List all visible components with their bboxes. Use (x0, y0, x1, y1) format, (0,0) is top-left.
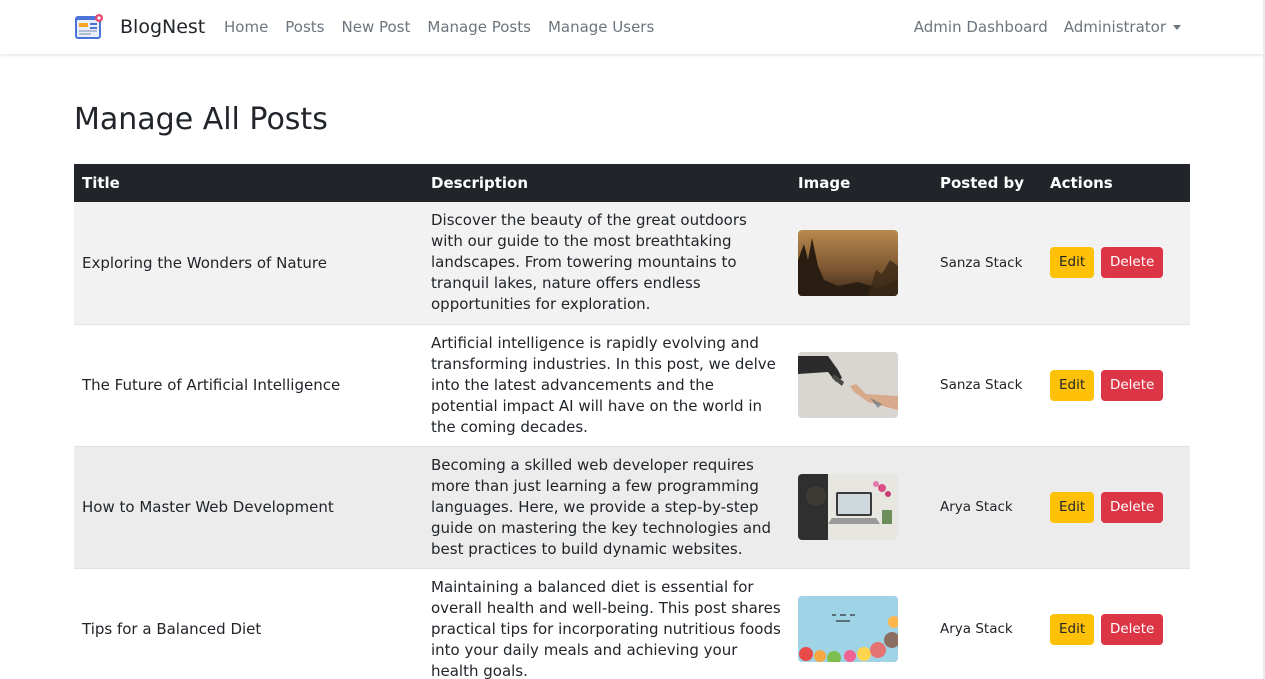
posts-table-container: Title Description Image Posted by Action… (74, 164, 1190, 679)
top-navbar: BlogNest Home Posts New Post Manage Post… (0, 0, 1265, 54)
delete-button[interactable]: Delete (1100, 247, 1164, 279)
user-menu-label: Administrator (1063, 18, 1166, 36)
post-description: Becoming a skilled web developer require… (423, 446, 790, 569)
header-posted-by: Posted by (932, 164, 1042, 202)
delete-button[interactable]: Delete (1100, 613, 1164, 645)
nav-home[interactable]: Home (224, 18, 268, 36)
posted-by: Sanza Stack (932, 324, 1042, 447)
post-title: Exploring the Wonders of Nature (74, 202, 423, 325)
actions-cell: Edit Delete (1042, 446, 1190, 569)
healthy-food-thumbnail (798, 596, 898, 662)
brand-name: BlogNest (120, 16, 206, 38)
posts-table: Title Description Image Posted by Action… (74, 164, 1190, 679)
actions-cell: Edit Delete (1042, 202, 1190, 325)
post-description: Maintaining a balanced diet is essential… (423, 568, 790, 679)
delete-button[interactable]: Delete (1100, 369, 1164, 401)
user-menu-dropdown[interactable]: Administrator (1064, 18, 1181, 36)
nature-landscape-thumbnail (798, 229, 898, 296)
edit-button[interactable]: Edit (1050, 491, 1095, 523)
posted-by: Sanza Stack (932, 202, 1042, 325)
robot-human-hands-thumbnail (798, 352, 898, 418)
table-row: The Future of Artificial Intelligence Ar… (74, 324, 1190, 447)
post-title: How to Master Web Development (74, 446, 423, 569)
edit-button[interactable]: Edit (1050, 247, 1095, 279)
actions-cell: Edit Delete (1042, 568, 1190, 679)
table-row: Tips for a Balanced Diet Maintaining a b… (74, 568, 1190, 679)
edit-button[interactable]: Edit (1050, 613, 1095, 645)
table-row: Exploring the Wonders of Nature Discover… (74, 202, 1190, 325)
table-row: How to Master Web Development Becoming a… (74, 446, 1190, 569)
header-title: Title (74, 164, 423, 202)
post-description: Discover the beauty of the great outdoor… (423, 202, 790, 325)
caret-down-icon (1173, 25, 1181, 30)
blog-logo-icon (74, 12, 104, 42)
post-image-cell (790, 446, 932, 569)
posted-by: Arya Stack (932, 446, 1042, 569)
header-description: Description (423, 164, 790, 202)
header-image: Image (790, 164, 932, 202)
post-image-cell (790, 202, 932, 325)
page-title: Manage All Posts (74, 102, 328, 137)
edit-button[interactable]: Edit (1050, 369, 1095, 401)
posted-by: Arya Stack (932, 568, 1042, 679)
post-description: Artificial intelligence is rapidly evolv… (423, 324, 790, 447)
brand-link[interactable]: BlogNest (74, 12, 205, 42)
nav-manage-posts[interactable]: Manage Posts (427, 18, 531, 36)
post-image-cell (790, 568, 932, 679)
actions-cell: Edit Delete (1042, 324, 1190, 447)
main-nav: Home Posts New Post Manage Posts Manage … (224, 0, 671, 54)
right-nav: Admin Dashboard Administrator (898, 0, 1181, 54)
header-actions: Actions (1042, 164, 1190, 202)
nav-manage-users[interactable]: Manage Users (548, 18, 654, 36)
post-image-cell (790, 324, 932, 447)
nav-new-post[interactable]: New Post (342, 18, 411, 36)
table-header-row: Title Description Image Posted by Action… (74, 164, 1190, 202)
nav-admin-dashboard[interactable]: Admin Dashboard (914, 18, 1048, 36)
post-title: The Future of Artificial Intelligence (74, 324, 423, 447)
laptop-workspace-thumbnail (798, 474, 898, 540)
delete-button[interactable]: Delete (1100, 491, 1164, 523)
post-title: Tips for a Balanced Diet (74, 568, 423, 679)
nav-posts[interactable]: Posts (285, 18, 324, 36)
